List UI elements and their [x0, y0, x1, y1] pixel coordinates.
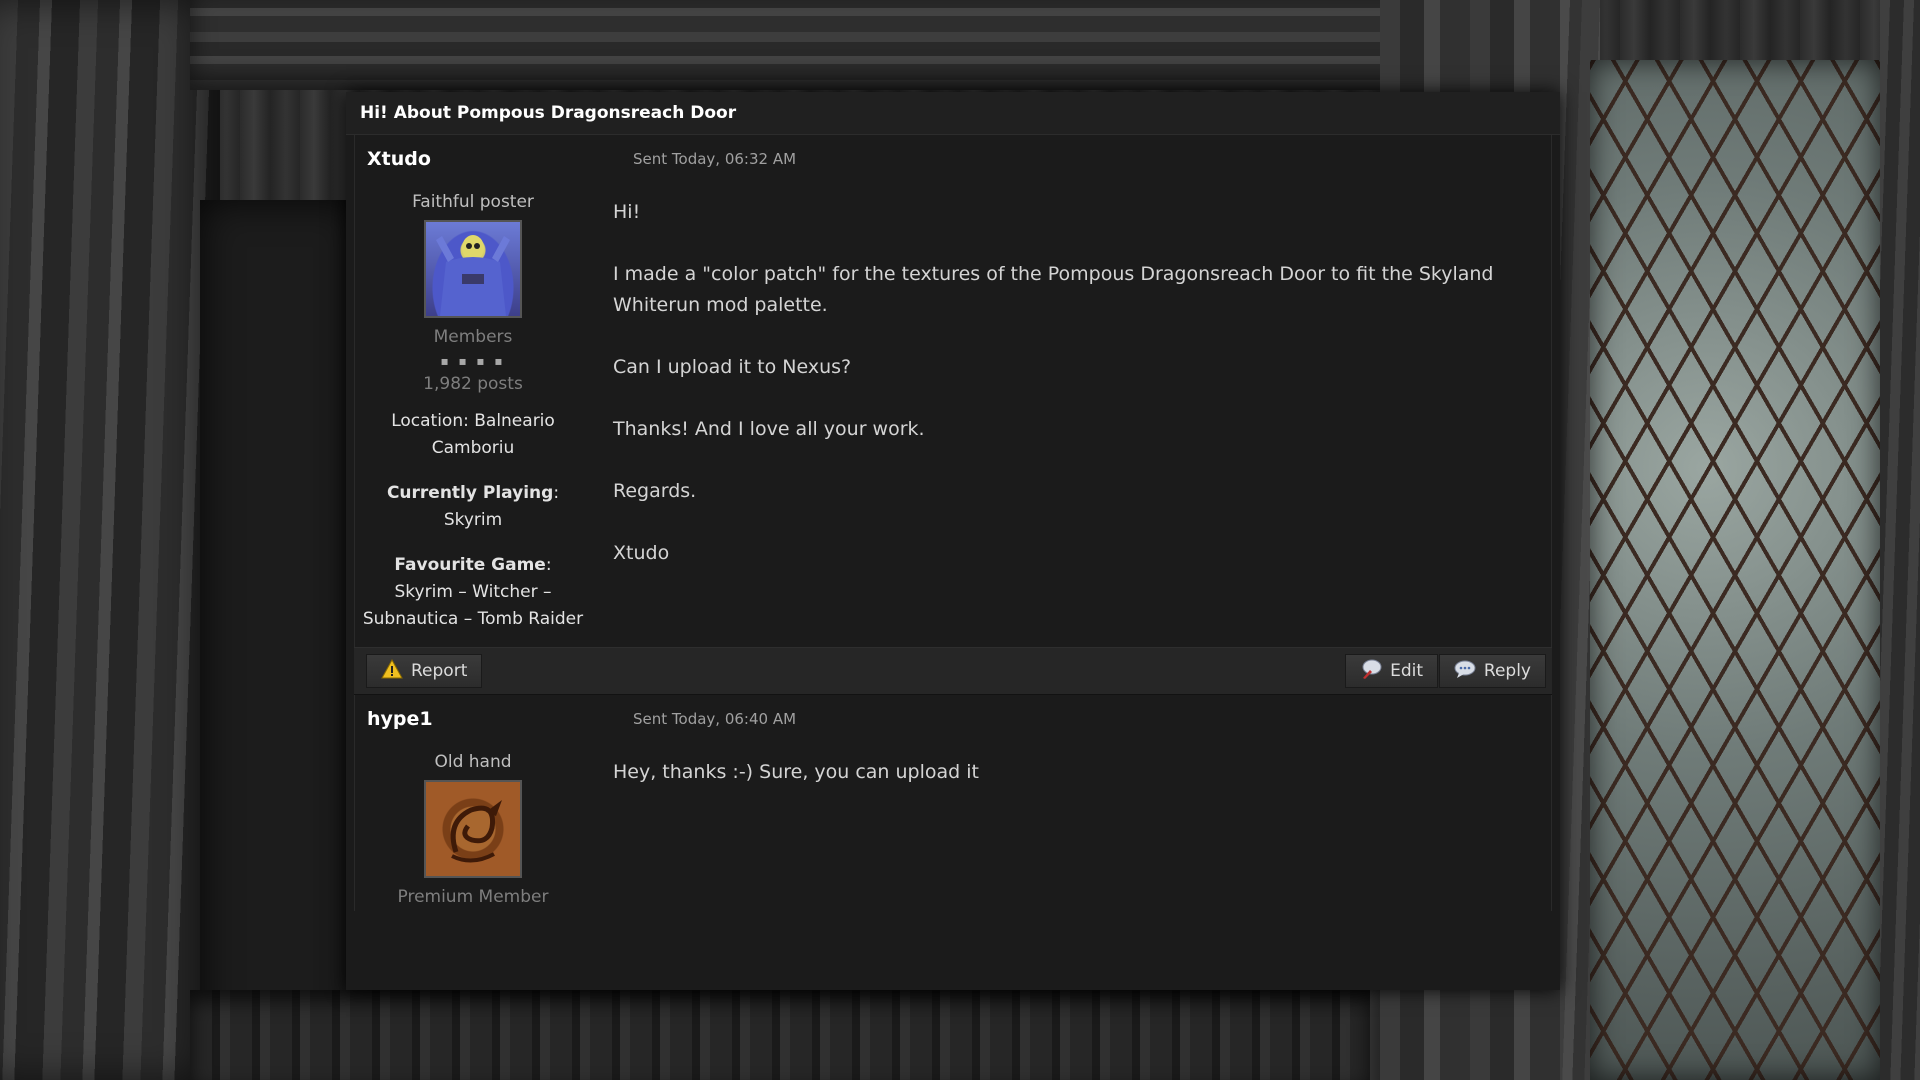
author-info: Faithful poster Members ▪ ▪ ▪ ▪ 1,982 po…	[355, 183, 591, 633]
author-title: Faithful poster	[412, 192, 534, 212]
edit-icon	[1360, 658, 1382, 685]
topic-title: Hi! About Pompous Dragonsreach Door	[346, 92, 1560, 135]
post-count: 1,982 posts	[423, 374, 523, 394]
message-paragraph: Xtudo	[613, 542, 670, 564]
favourite-game-value: Skyrim – Witcher – Subnautica – Tomb Rai…	[362, 582, 584, 629]
message-paragraph: Thanks! And I love all your work.	[613, 418, 925, 440]
message-topic-panel: Hi! About Pompous Dragonsreach Door Xtud…	[346, 92, 1560, 990]
message-paragraph: Hi!	[613, 201, 641, 223]
wooden-door	[200, 200, 360, 1080]
message-paragraph: Can I upload it to Nexus?	[613, 356, 852, 378]
lattice-window	[1590, 60, 1880, 1080]
edit-button[interactable]: Edit	[1345, 654, 1438, 688]
currently-playing-info: Currently Playing: Skyrim	[355, 480, 591, 534]
post-header: Xtudo Sent Today, 06:32 AM	[355, 135, 1551, 183]
wooden-post-right	[1880, 0, 1920, 1080]
post: Xtudo Sent Today, 06:32 AM Faithful post…	[354, 135, 1552, 647]
sent-date: Sent Today, 06:40 AM	[633, 710, 797, 728]
author-name-link[interactable]: hype1	[367, 708, 433, 730]
sent-date: Sent Today, 06:32 AM	[633, 150, 797, 168]
floor	[190, 990, 1370, 1080]
favourite-game-colon: :	[545, 555, 552, 575]
report-label: Report	[411, 661, 468, 681]
author-name-link[interactable]: Xtudo	[367, 148, 431, 170]
dragon-avatar-icon[interactable]	[424, 780, 522, 878]
report-button[interactable]: Report	[366, 654, 483, 688]
member-group: Premium Member	[397, 887, 549, 907]
reply-label: Reply	[1483, 661, 1531, 681]
post-header: hype1 Sent Today, 06:40 AM	[355, 695, 1551, 743]
message-content: Hi! I made a "color patch" for the textu…	[591, 183, 1551, 633]
favourite-game-label: Favourite Game	[394, 555, 546, 575]
message-paragraph: Hey, thanks :-) Sure, you can upload it	[613, 761, 979, 783]
wooden-beam-top	[190, 0, 1490, 90]
favourite-game-info: Favourite Game: Skyrim – Witcher – Subna…	[355, 552, 591, 633]
author-info: Old hand Premium Member	[355, 743, 591, 911]
location-label: Location:	[391, 411, 469, 431]
message-paragraph: Regards.	[613, 480, 697, 502]
currently-playing-colon: :	[553, 483, 560, 503]
speech-bubble-icon	[1454, 659, 1476, 684]
member-group: Members	[433, 327, 513, 347]
currently-playing-value: Skyrim	[443, 510, 503, 530]
skeletor-avatar-icon[interactable]	[424, 220, 522, 318]
location-info: Location: Balneario Camboriu	[355, 408, 591, 462]
post: hype1 Sent Today, 06:40 AM Old hand Prem…	[354, 695, 1552, 911]
message-paragraph: I made a "color patch" for the textures …	[613, 263, 1494, 316]
wooden-beam-left	[0, 0, 220, 1080]
author-title: Old hand	[434, 752, 512, 772]
post-body: Old hand Premium Member Hey, thanks :-) …	[355, 743, 1551, 911]
warning-icon	[381, 658, 403, 684]
currently-playing-label: Currently Playing	[386, 483, 554, 503]
edit-label: Edit	[1390, 661, 1423, 681]
message-content: Hey, thanks :-) Sure, you can upload it	[591, 743, 1551, 911]
rank-pips: ▪ ▪ ▪ ▪	[440, 354, 506, 368]
post-body: Faithful poster Members ▪ ▪ ▪ ▪ 1,982 po…	[355, 183, 1551, 633]
reply-button[interactable]: Reply	[1438, 654, 1546, 688]
post-footer-toolbar: Report Edit Reply	[354, 647, 1552, 695]
